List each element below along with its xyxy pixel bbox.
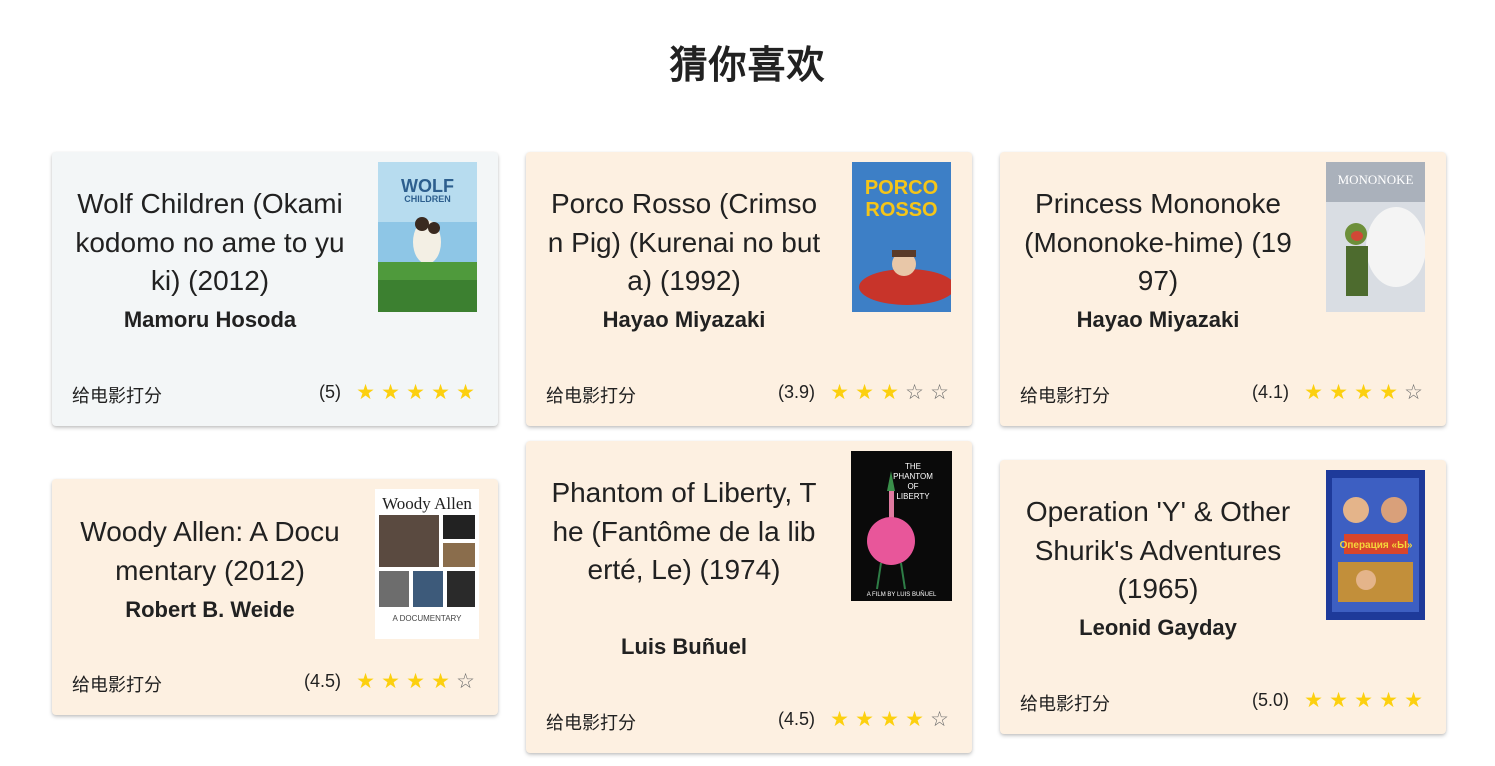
star-icon[interactable]: ★	[1326, 690, 1351, 711]
star-icon[interactable]: ★	[1376, 690, 1401, 711]
star-icon[interactable]: ★	[1326, 382, 1351, 403]
star-icon[interactable]: ★	[428, 382, 453, 403]
rating: (4.1) ★ ★ ★ ★ ☆	[1252, 382, 1426, 403]
rating: (5.0) ★ ★ ★ ★ ★	[1252, 690, 1426, 711]
movie-title[interactable]: Operation 'Y' & Other Shurik's Adventure…	[1020, 493, 1296, 609]
operation-y-poster-image: Операция «Ы»	[1326, 470, 1425, 620]
page-title: 猜你喜欢	[669, 43, 826, 87]
poster-title-text: WOLF	[401, 176, 454, 196]
movie-title[interactable]: Woody Allen: A Documentary (2012)	[72, 513, 348, 590]
movie-director: Hayao Miyazaki	[602, 307, 766, 332]
rate-movie-label: 给电影打分	[72, 675, 162, 696]
star-outline-icon[interactable]: ☆	[927, 382, 952, 403]
rate-movie-label: 给电影打分	[72, 386, 162, 407]
wolf-children-poster-image: WOLF CHILDREN	[378, 162, 477, 312]
rating-value: (4.5)	[303, 671, 341, 691]
rate-movie-label: 给电影打分	[546, 713, 636, 734]
star-icon[interactable]: ★	[877, 709, 902, 730]
movie-director: Robert B. Weide	[125, 597, 295, 622]
star-icon[interactable]: ★	[1376, 382, 1401, 403]
movie-poster[interactable]: PORCO ROSSO	[852, 162, 951, 312]
rate-movie-label: 给电影打分	[546, 386, 636, 407]
movie-title[interactable]: Princess Mononoke (Mononoke-hime) (1997)	[1020, 185, 1296, 301]
rate-movie-label: 给电影打分	[1020, 694, 1110, 715]
star-icon[interactable]: ★	[353, 671, 378, 692]
star-icon[interactable]: ★	[1351, 690, 1376, 711]
poster-title-text: Операция «Ы»	[1340, 540, 1413, 551]
movie-card[interactable]: Operation 'Y' & Other Shurik's Adventure…	[1000, 460, 1446, 734]
rating: (4.5) ★ ★ ★ ★ ☆	[778, 709, 952, 730]
movie-director: Mamoru Hosoda	[123, 307, 297, 332]
svg-text:LIBERTY: LIBERTY	[896, 492, 930, 501]
movie-title[interactable]: Phantom of Liberty, The (Fantôme de la l…	[546, 474, 822, 590]
movie-poster[interactable]: THE PHANTOM OF LIBERTY A FILM BY LUIS BU…	[851, 451, 952, 601]
poster-title-text: PORCO	[865, 177, 938, 199]
princess-mononoke-poster-image: MONONOKE	[1326, 162, 1425, 312]
rating: (5) ★ ★ ★ ★ ★	[319, 382, 478, 403]
movie-card[interactable]: Porco Rosso (Crimson Pig) (Kurenai no bu…	[526, 152, 972, 426]
movie-director: Hayao Miyazaki	[1076, 307, 1240, 332]
star-outline-icon[interactable]: ☆	[902, 382, 927, 403]
poster-subtitle-text: A FILM BY LUIS BUÑUEL	[867, 591, 937, 598]
star-icon[interactable]: ★	[453, 382, 478, 403]
star-icon[interactable]: ★	[1401, 690, 1426, 711]
movie-card[interactable]: Princess Mononoke (Mononoke-hime) (1997)…	[1000, 152, 1446, 426]
star-icon[interactable]: ★	[378, 382, 403, 403]
movie-title[interactable]: Porco Rosso (Crimson Pig) (Kurenai no bu…	[546, 185, 822, 301]
star-icon[interactable]: ★	[1301, 382, 1326, 403]
star-icon[interactable]: ★	[852, 382, 877, 403]
svg-text:CHILDREN: CHILDREN	[404, 194, 451, 204]
svg-text:ROSSO: ROSSO	[865, 199, 937, 221]
star-outline-icon[interactable]: ☆	[927, 709, 952, 730]
star-icon[interactable]: ★	[1351, 382, 1376, 403]
star-icon[interactable]: ★	[353, 382, 378, 403]
poster-subtitle-text: A DOCUMENTARY	[392, 614, 462, 623]
woody-allen-poster-image: Woody Allen A DOCUMENTARY	[375, 489, 479, 639]
movie-card[interactable]: Wolf Children (Okami kodomo no ame to yu…	[52, 152, 498, 426]
rating-value: (3.9)	[777, 382, 815, 402]
porco-rosso-poster-image: PORCO ROSSO	[852, 162, 951, 312]
star-icon[interactable]: ★	[403, 671, 428, 692]
star-icon[interactable]: ★	[827, 709, 852, 730]
star-icon[interactable]: ★	[1301, 690, 1326, 711]
rating-value: (4.1)	[1251, 382, 1289, 402]
rate-movie-label: 给电影打分	[1020, 386, 1110, 407]
star-outline-icon[interactable]: ☆	[453, 671, 478, 692]
svg-text:THE: THE	[905, 462, 921, 471]
star-icon[interactable]: ★	[877, 382, 902, 403]
movie-director: Luis Buñuel	[621, 634, 747, 659]
rating: (4.5) ★ ★ ★ ★ ☆	[304, 671, 478, 692]
movie-card[interactable]: Woody Allen: A Documentary (2012) Robert…	[52, 479, 498, 715]
rating-value: (5.0)	[1251, 690, 1289, 710]
rating-value: (5)	[319, 382, 341, 402]
svg-text:PHANTOM: PHANTOM	[893, 472, 933, 481]
phantom-of-liberty-poster-image: THE PHANTOM OF LIBERTY A FILM BY LUIS BU…	[851, 451, 952, 601]
star-icon[interactable]: ★	[403, 382, 428, 403]
rating-value: (4.5)	[777, 709, 815, 729]
star-outline-icon[interactable]: ☆	[1401, 382, 1426, 403]
poster-title-text: MONONOKE	[1338, 172, 1414, 187]
rating: (3.9) ★ ★ ★ ☆ ☆	[778, 382, 952, 403]
movie-card[interactable]: Phantom of Liberty, The (Fantôme de la l…	[526, 441, 972, 753]
star-icon[interactable]: ★	[852, 709, 877, 730]
star-icon[interactable]: ★	[428, 671, 453, 692]
movie-poster[interactable]: Операция «Ы»	[1326, 470, 1425, 620]
movie-title[interactable]: Wolf Children (Okami kodomo no ame to yu…	[72, 185, 348, 301]
movie-poster[interactable]: Woody Allen A DOCUMENTARY	[375, 489, 479, 639]
svg-text:OF: OF	[907, 482, 918, 491]
poster-title-text: Woody Allen	[382, 494, 472, 513]
movie-director: Leonid Gayday	[1079, 615, 1237, 640]
star-icon[interactable]: ★	[378, 671, 403, 692]
movie-poster[interactable]: MONONOKE	[1326, 162, 1425, 312]
star-icon[interactable]: ★	[827, 382, 852, 403]
star-icon[interactable]: ★	[902, 709, 927, 730]
movie-poster[interactable]: WOLF CHILDREN	[378, 162, 477, 312]
